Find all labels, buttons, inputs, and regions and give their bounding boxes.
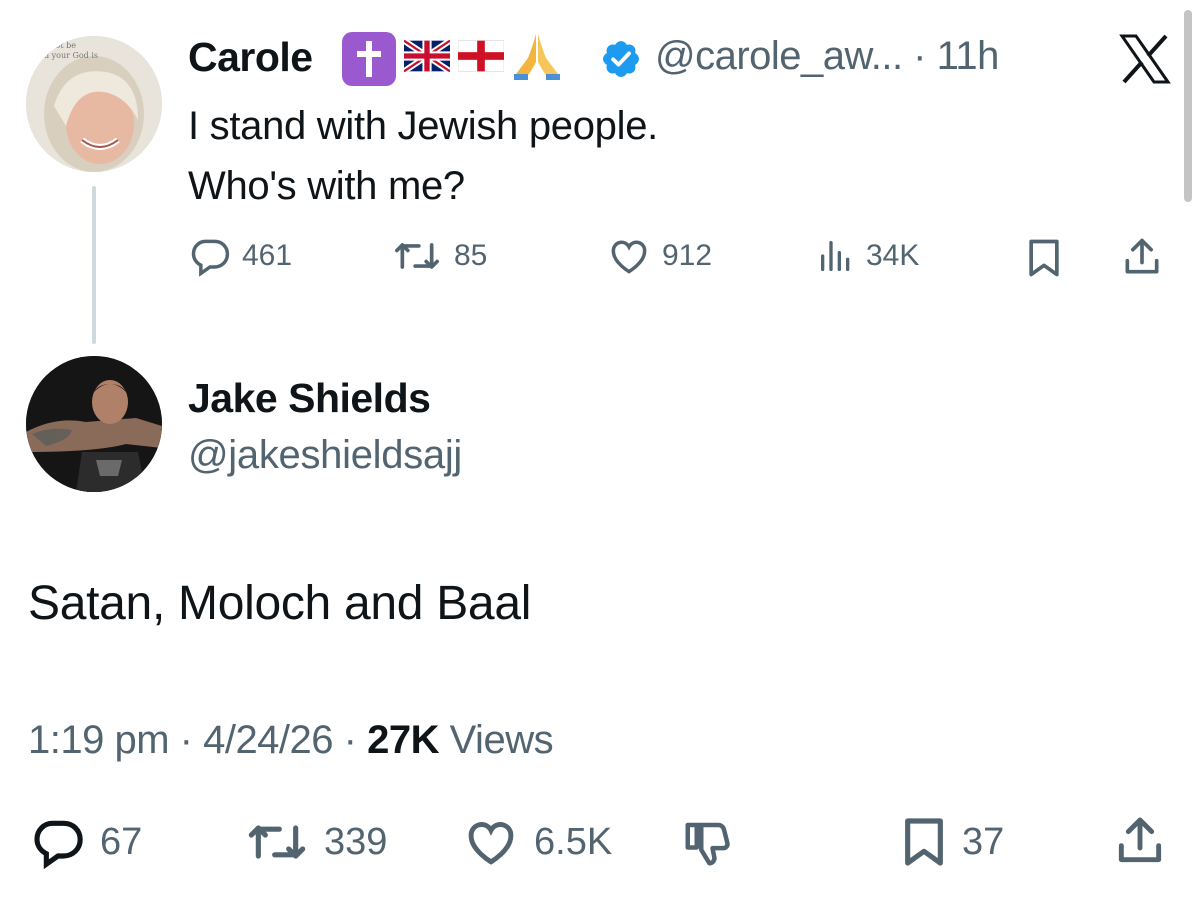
main-author-handle[interactable]: @jakeshieldsajj [188,433,462,478]
scrollbar[interactable] [1184,10,1192,202]
praying-hands-emoji [512,30,562,87]
parent-handle-time[interactable]: @carole_aw... · 11h [655,34,999,79]
main-bookmark-button[interactable]: 37 [900,814,1004,870]
share-icon [1125,238,1159,274]
tweet-timestamp[interactable]: 1:19 pm · 4/24/26 · [28,718,367,762]
svg-text:...id, not be: ...id, not be [30,41,76,50]
main-author-name[interactable]: Jake Shields [188,375,431,422]
thread-line [92,186,96,344]
repost-icon [395,243,439,269]
main-bookmark-count: 37 [962,820,1005,863]
cross-emoji [342,31,396,86]
verified-badge-icon [600,38,642,85]
main-dislike-button[interactable] [680,816,736,870]
like-icon [468,822,514,865]
dislike-icon [685,822,730,866]
main-like-button[interactable]: 6.5K [462,814,612,870]
views-count: 27K [367,718,439,762]
parent-tweet-text: I stand with Jewish people. Who's with m… [188,96,658,216]
main-share-button[interactable] [1112,812,1168,870]
parent-text-line-2: Who's with me? [188,164,465,208]
like-icon [611,240,647,274]
author-emojis [342,30,562,87]
repost-icon [248,825,306,859]
parent-author-name[interactable]: Carole [188,34,313,81]
views-icon [821,241,850,271]
parent-views-count: 34K [866,239,920,272]
main-reply-count: 67 [100,820,143,863]
jake-avatar[interactable] [26,356,162,492]
main-repost-button[interactable]: 339 [244,814,387,870]
reply-icon [191,239,230,277]
x-logo-icon[interactable] [1118,34,1172,84]
share-icon [1118,817,1162,863]
carole-avatar[interactable]: ...id, not be Lord your God is [26,36,162,172]
parent-share-button[interactable] [1120,234,1164,280]
parent-reply-button[interactable]: 461 [188,234,292,278]
bookmark-icon [905,818,943,866]
parent-repost-count: 85 [454,239,488,272]
tweet-meta: 1:19 pm · 4/24/26 · 27K Views [28,718,554,763]
svg-text:Lord your God is: Lord your God is [30,51,98,60]
uk-flag-emoji [402,38,452,77]
parent-reply-count: 461 [242,239,293,272]
main-tweet-text: Satan, Moloch and Baal [28,577,532,630]
main-like-count: 6.5K [534,820,613,863]
parent-views-button[interactable]: 34K [816,234,919,278]
parent-text-line-1: I stand with Jewish people. [188,104,658,148]
parent-repost-button[interactable]: 85 [390,234,487,278]
parent-like-count: 912 [662,239,713,272]
main-repost-count: 339 [324,820,388,863]
england-flag-emoji [457,40,505,77]
parent-like-button[interactable]: 912 [606,234,712,278]
reply-icon [34,820,83,870]
bookmark-icon [1029,239,1059,277]
parent-bookmark-button[interactable] [1024,236,1064,280]
main-reply-button[interactable]: 67 [30,814,142,870]
views-label: Views [438,718,554,762]
